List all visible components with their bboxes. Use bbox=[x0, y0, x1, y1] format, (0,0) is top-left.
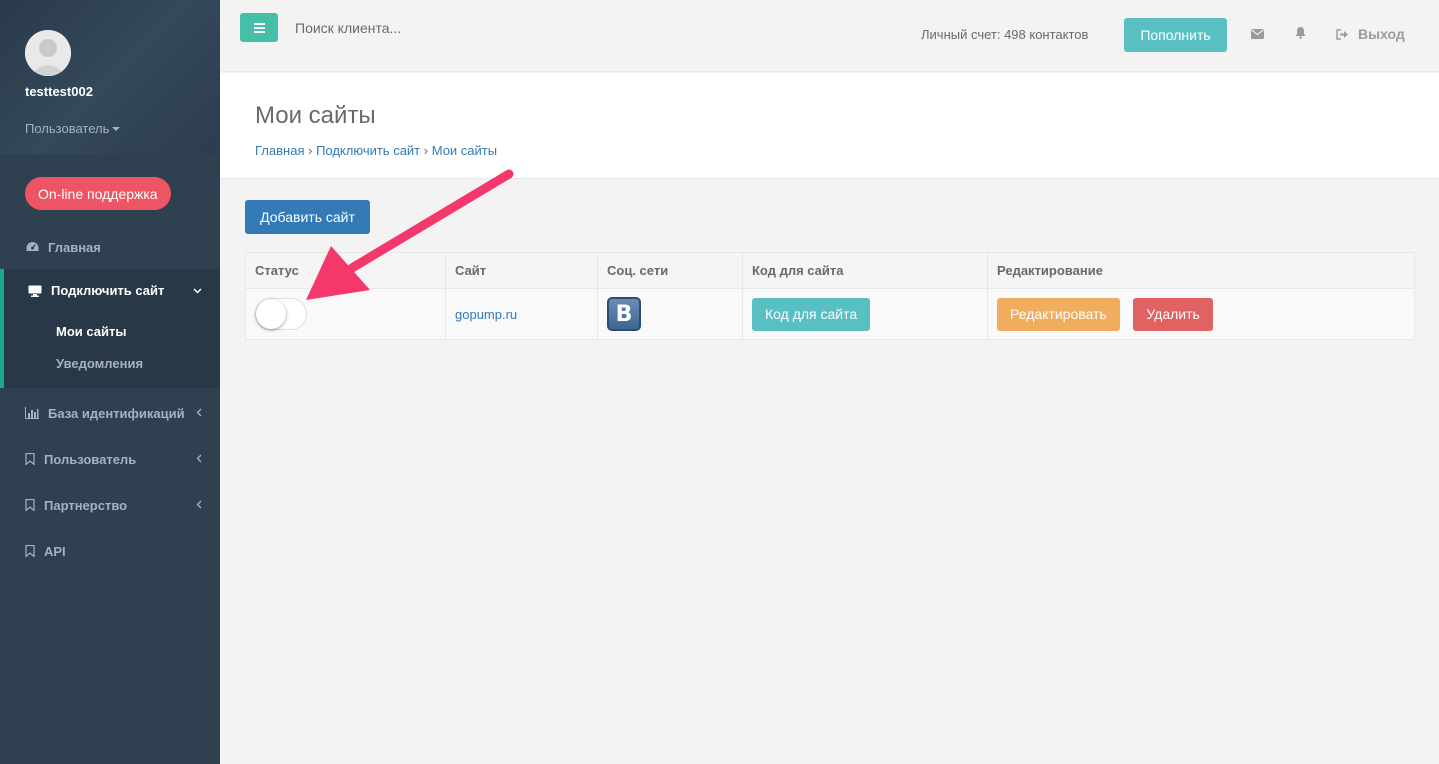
breadcrumb-connect-site[interactable]: Подключить сайт bbox=[316, 143, 420, 158]
sidebar-item-label: Подключить сайт bbox=[51, 283, 165, 298]
breadcrumb-my-sites[interactable]: Мои сайты bbox=[432, 143, 497, 158]
column-header-code: Код для сайта bbox=[742, 252, 988, 289]
menu-toggle-button[interactable] bbox=[240, 13, 278, 42]
profile-header: testtest002 Пользователь bbox=[0, 0, 220, 154]
sidebar-item-home[interactable]: Главная bbox=[0, 238, 220, 256]
column-header-site: Сайт bbox=[445, 252, 598, 289]
sidebar-item-identification-base[interactable]: База идентификаций bbox=[0, 404, 220, 422]
sidebar-item-label: API bbox=[44, 543, 66, 559]
breadcrumb-separator: › bbox=[308, 143, 317, 158]
client-search-input[interactable] bbox=[295, 20, 595, 36]
column-header-status: Статус bbox=[245, 252, 446, 289]
page-heading: Мои сайты Главная › Подключить сайт › Мо… bbox=[220, 73, 1439, 179]
sidebar-item-connect-site-title[interactable]: Подключить сайт bbox=[28, 283, 164, 298]
table-row: gopump.ru В Код для сайта Редактировать … bbox=[245, 288, 1415, 340]
sites-table: Статус Сайт Соц. сети Код для сайта Реда… bbox=[245, 252, 1415, 340]
breadcrumb: Главная › Подключить сайт › Мои сайты bbox=[255, 143, 497, 158]
column-header-social: Соц. сети bbox=[597, 252, 743, 289]
edit-cell: Редактировать Удалить bbox=[987, 288, 1415, 340]
delete-button[interactable]: Удалить bbox=[1133, 297, 1213, 331]
bookmark-icon bbox=[25, 499, 35, 511]
edit-button[interactable]: Редактировать bbox=[997, 297, 1120, 331]
site-cell: gopump.ru bbox=[445, 288, 598, 340]
site-link[interactable]: gopump.ru bbox=[455, 307, 517, 322]
vk-icon[interactable]: В bbox=[607, 297, 641, 331]
social-cell: В bbox=[597, 288, 743, 340]
sidebar-item-api[interactable]: API bbox=[0, 542, 220, 560]
sidebar-item-user[interactable]: Пользователь bbox=[0, 450, 220, 468]
logout-link[interactable]: Выход bbox=[1336, 26, 1405, 42]
topup-button[interactable]: Пополнить bbox=[1124, 18, 1227, 52]
envelope-icon[interactable] bbox=[1251, 27, 1264, 42]
breadcrumb-separator: › bbox=[423, 143, 432, 158]
avatar[interactable] bbox=[25, 30, 71, 76]
breadcrumb-home[interactable]: Главная bbox=[255, 143, 304, 158]
sidebar-subitem-my-sites[interactable]: Мои сайты bbox=[56, 324, 126, 339]
username[interactable]: testtest002 bbox=[25, 84, 195, 99]
code-cell: Код для сайта bbox=[742, 288, 988, 340]
page-title: Мои сайты bbox=[255, 102, 376, 129]
sign-out-icon bbox=[1336, 28, 1349, 40]
add-site-button[interactable]: Добавить сайт bbox=[245, 200, 370, 234]
online-support-button[interactable]: On-line поддержка bbox=[25, 177, 171, 210]
role-label: Пользователь bbox=[25, 121, 110, 136]
bar-chart-icon bbox=[25, 407, 39, 419]
sidebar-item-partnership[interactable]: Партнерство bbox=[0, 496, 220, 514]
dashboard-icon bbox=[25, 241, 39, 253]
sidebar-item-label: Партнерство bbox=[44, 497, 128, 513]
chevron-left-icon bbox=[196, 452, 202, 466]
status-cell bbox=[245, 288, 446, 340]
chevron-left-icon bbox=[196, 406, 202, 420]
sidebar-item-label: Пользователь bbox=[44, 451, 137, 467]
sidebar: testtest002 Пользователь On-line поддерж… bbox=[0, 0, 220, 764]
sidebar-item-connect-site[interactable]: Подключить сайт Мои сайты Уведомления bbox=[0, 269, 220, 388]
chevron-down-icon bbox=[193, 283, 202, 297]
logout-label: Выход bbox=[1358, 26, 1405, 42]
bookmark-icon bbox=[25, 453, 35, 465]
hamburger-line bbox=[253, 30, 265, 33]
role-dropdown[interactable]: Пользователь bbox=[25, 121, 195, 136]
table-header-row: Статус Сайт Соц. сети Код для сайта Реда… bbox=[245, 252, 1415, 289]
account-balance: Личный счет: 498 контактов bbox=[921, 27, 1089, 42]
caret-down-icon bbox=[112, 126, 121, 131]
sidebar-subitem-notifications[interactable]: Уведомления bbox=[56, 356, 143, 371]
bell-icon[interactable] bbox=[1294, 26, 1307, 42]
hamburger-line bbox=[253, 26, 265, 29]
hamburger-icon bbox=[253, 22, 265, 25]
monitor-icon bbox=[28, 285, 42, 297]
status-toggle[interactable] bbox=[255, 298, 307, 330]
bookmark-icon bbox=[25, 545, 35, 557]
toggle-knob bbox=[256, 299, 286, 329]
sidebar-item-label: База идентификаций bbox=[48, 405, 185, 421]
chevron-left-icon bbox=[196, 498, 202, 512]
site-code-button[interactable]: Код для сайта bbox=[752, 297, 871, 331]
sidebar-item-label: Главная bbox=[48, 239, 101, 255]
column-header-edit: Редактирование bbox=[987, 252, 1415, 289]
top-navbar: Личный счет: 498 контактов Пополнить Вых… bbox=[220, 0, 1439, 72]
